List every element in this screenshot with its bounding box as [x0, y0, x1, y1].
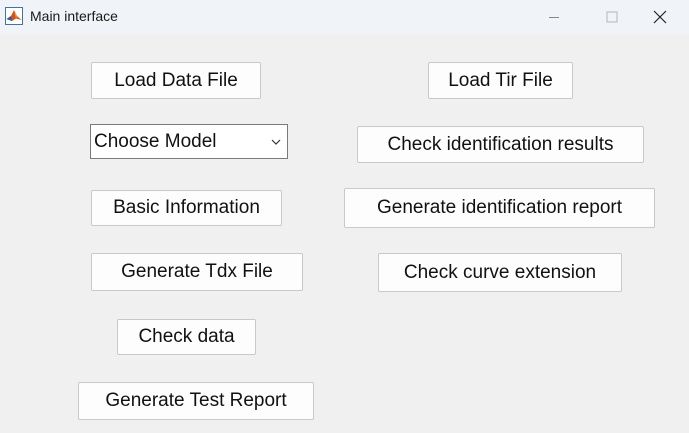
check-curve-extension-button[interactable]: Check curve extension — [378, 253, 622, 292]
generate-tdx-file-button[interactable]: Generate Tdx File — [91, 253, 303, 291]
load-tir-file-button[interactable]: Load Tir File — [428, 62, 573, 99]
load-data-file-button[interactable]: Load Data File — [91, 62, 261, 99]
choose-model-dropdown[interactable]: Choose Model — [90, 124, 288, 159]
client-area: Load Data File Choose Model Basic Inform… — [0, 34, 689, 433]
basic-information-button[interactable]: Basic Information — [91, 190, 282, 226]
close-icon — [653, 10, 667, 24]
generate-identification-report-button[interactable]: Generate identification report — [344, 188, 655, 228]
minimize-icon — [549, 17, 559, 18]
matlab-logo-icon — [5, 7, 23, 25]
check-data-button[interactable]: Check data — [117, 319, 256, 355]
chevron-down-icon — [271, 139, 281, 145]
main-window: Main interface Load Data File Choose Mod… — [0, 0, 689, 433]
title-bar[interactable]: Main interface — [0, 0, 689, 34]
check-identification-results-button[interactable]: Check identification results — [357, 126, 644, 163]
window-title: Main interface — [30, 8, 118, 24]
maximize-icon — [606, 11, 618, 23]
close-button[interactable] — [631, 0, 689, 34]
minimize-button[interactable] — [525, 0, 583, 34]
generate-test-report-button[interactable]: Generate Test Report — [78, 382, 314, 420]
choose-model-selected-value: Choose Model — [94, 130, 217, 152]
